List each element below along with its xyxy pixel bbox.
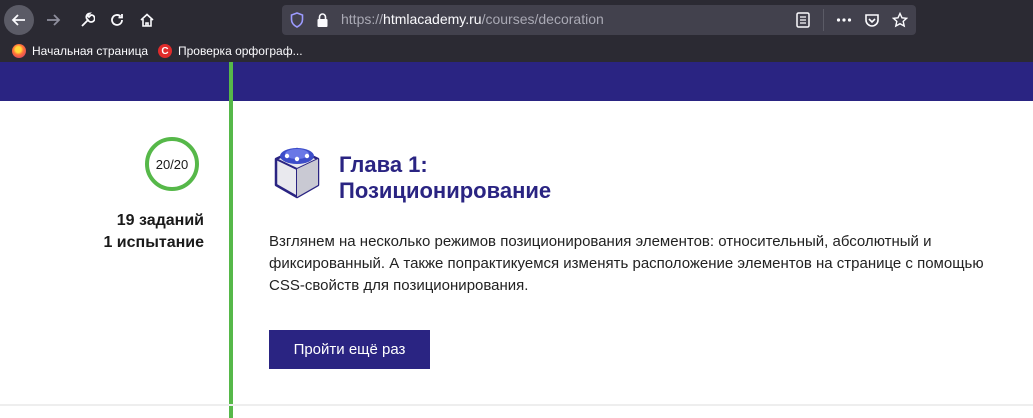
wrench-icon [79, 12, 95, 28]
progress-text: 20/20 [155, 156, 189, 172]
bookmark-label: Проверка орфограф... [178, 44, 303, 58]
bookmark-home[interactable]: Начальная страница [12, 42, 148, 60]
urlbar-separator [823, 9, 824, 31]
reload-button[interactable] [102, 5, 132, 35]
bookmark-label: Начальная страница [32, 44, 149, 58]
url-text[interactable]: https://htmlacademy.ru/courses/decoratio… [341, 11, 604, 27]
back-arrow-icon [4, 5, 34, 35]
pocket-icon[interactable] [864, 12, 880, 33]
progress-circle: 20/20 [145, 137, 199, 191]
chapter-title-line1: Глава 1: [339, 152, 428, 177]
tracking-shield-icon[interactable] [290, 12, 304, 33]
reader-view-icon[interactable] [796, 12, 810, 33]
address-bar[interactable]: https://htmlacademy.ru/courses/decoratio… [282, 5, 916, 35]
browser-toolbar: https://htmlacademy.ru/courses/decoratio… [0, 0, 1033, 40]
retry-button[interactable]: Пройти ещё раз [269, 330, 430, 369]
chapter-stats: 19 заданий 1 испытание [103, 210, 204, 254]
more-actions-icon[interactable] [836, 12, 852, 33]
home-icon [139, 12, 155, 28]
section-divider [0, 404, 1033, 406]
bookmark-spellcheck[interactable]: C Проверка орфограф... [158, 42, 303, 60]
tasks-count: 19 заданий [116, 212, 204, 229]
chapter-title[interactable]: Глава 1: Позиционирование [339, 152, 659, 204]
url-path: /courses/decoration [481, 11, 604, 27]
tools-button[interactable] [72, 5, 102, 35]
url-scheme: https:// [341, 11, 384, 27]
chapter-cube-icon [274, 147, 320, 199]
back-button[interactable] [4, 5, 34, 35]
bookmark-star-icon[interactable] [891, 11, 909, 33]
firefox-icon [12, 44, 26, 58]
chapter-title-line2: Позиционирование [339, 178, 552, 203]
lock-icon[interactable] [316, 12, 329, 33]
forward-button[interactable] [38, 5, 68, 35]
reload-icon [109, 12, 125, 28]
bookmarks-bar: Начальная страница C Проверка орфограф..… [0, 40, 1033, 62]
timeline-line [229, 62, 233, 418]
trials-count: 1 испытание [103, 234, 204, 251]
chapter-description: Взглянем на несколько режимов позиционир… [269, 233, 984, 294]
site-header [0, 62, 1033, 101]
url-host: htmlacademy.ru [383, 11, 482, 27]
forward-arrow-icon [45, 12, 61, 28]
spellcheck-icon: C [158, 44, 172, 58]
home-button[interactable] [132, 5, 162, 35]
